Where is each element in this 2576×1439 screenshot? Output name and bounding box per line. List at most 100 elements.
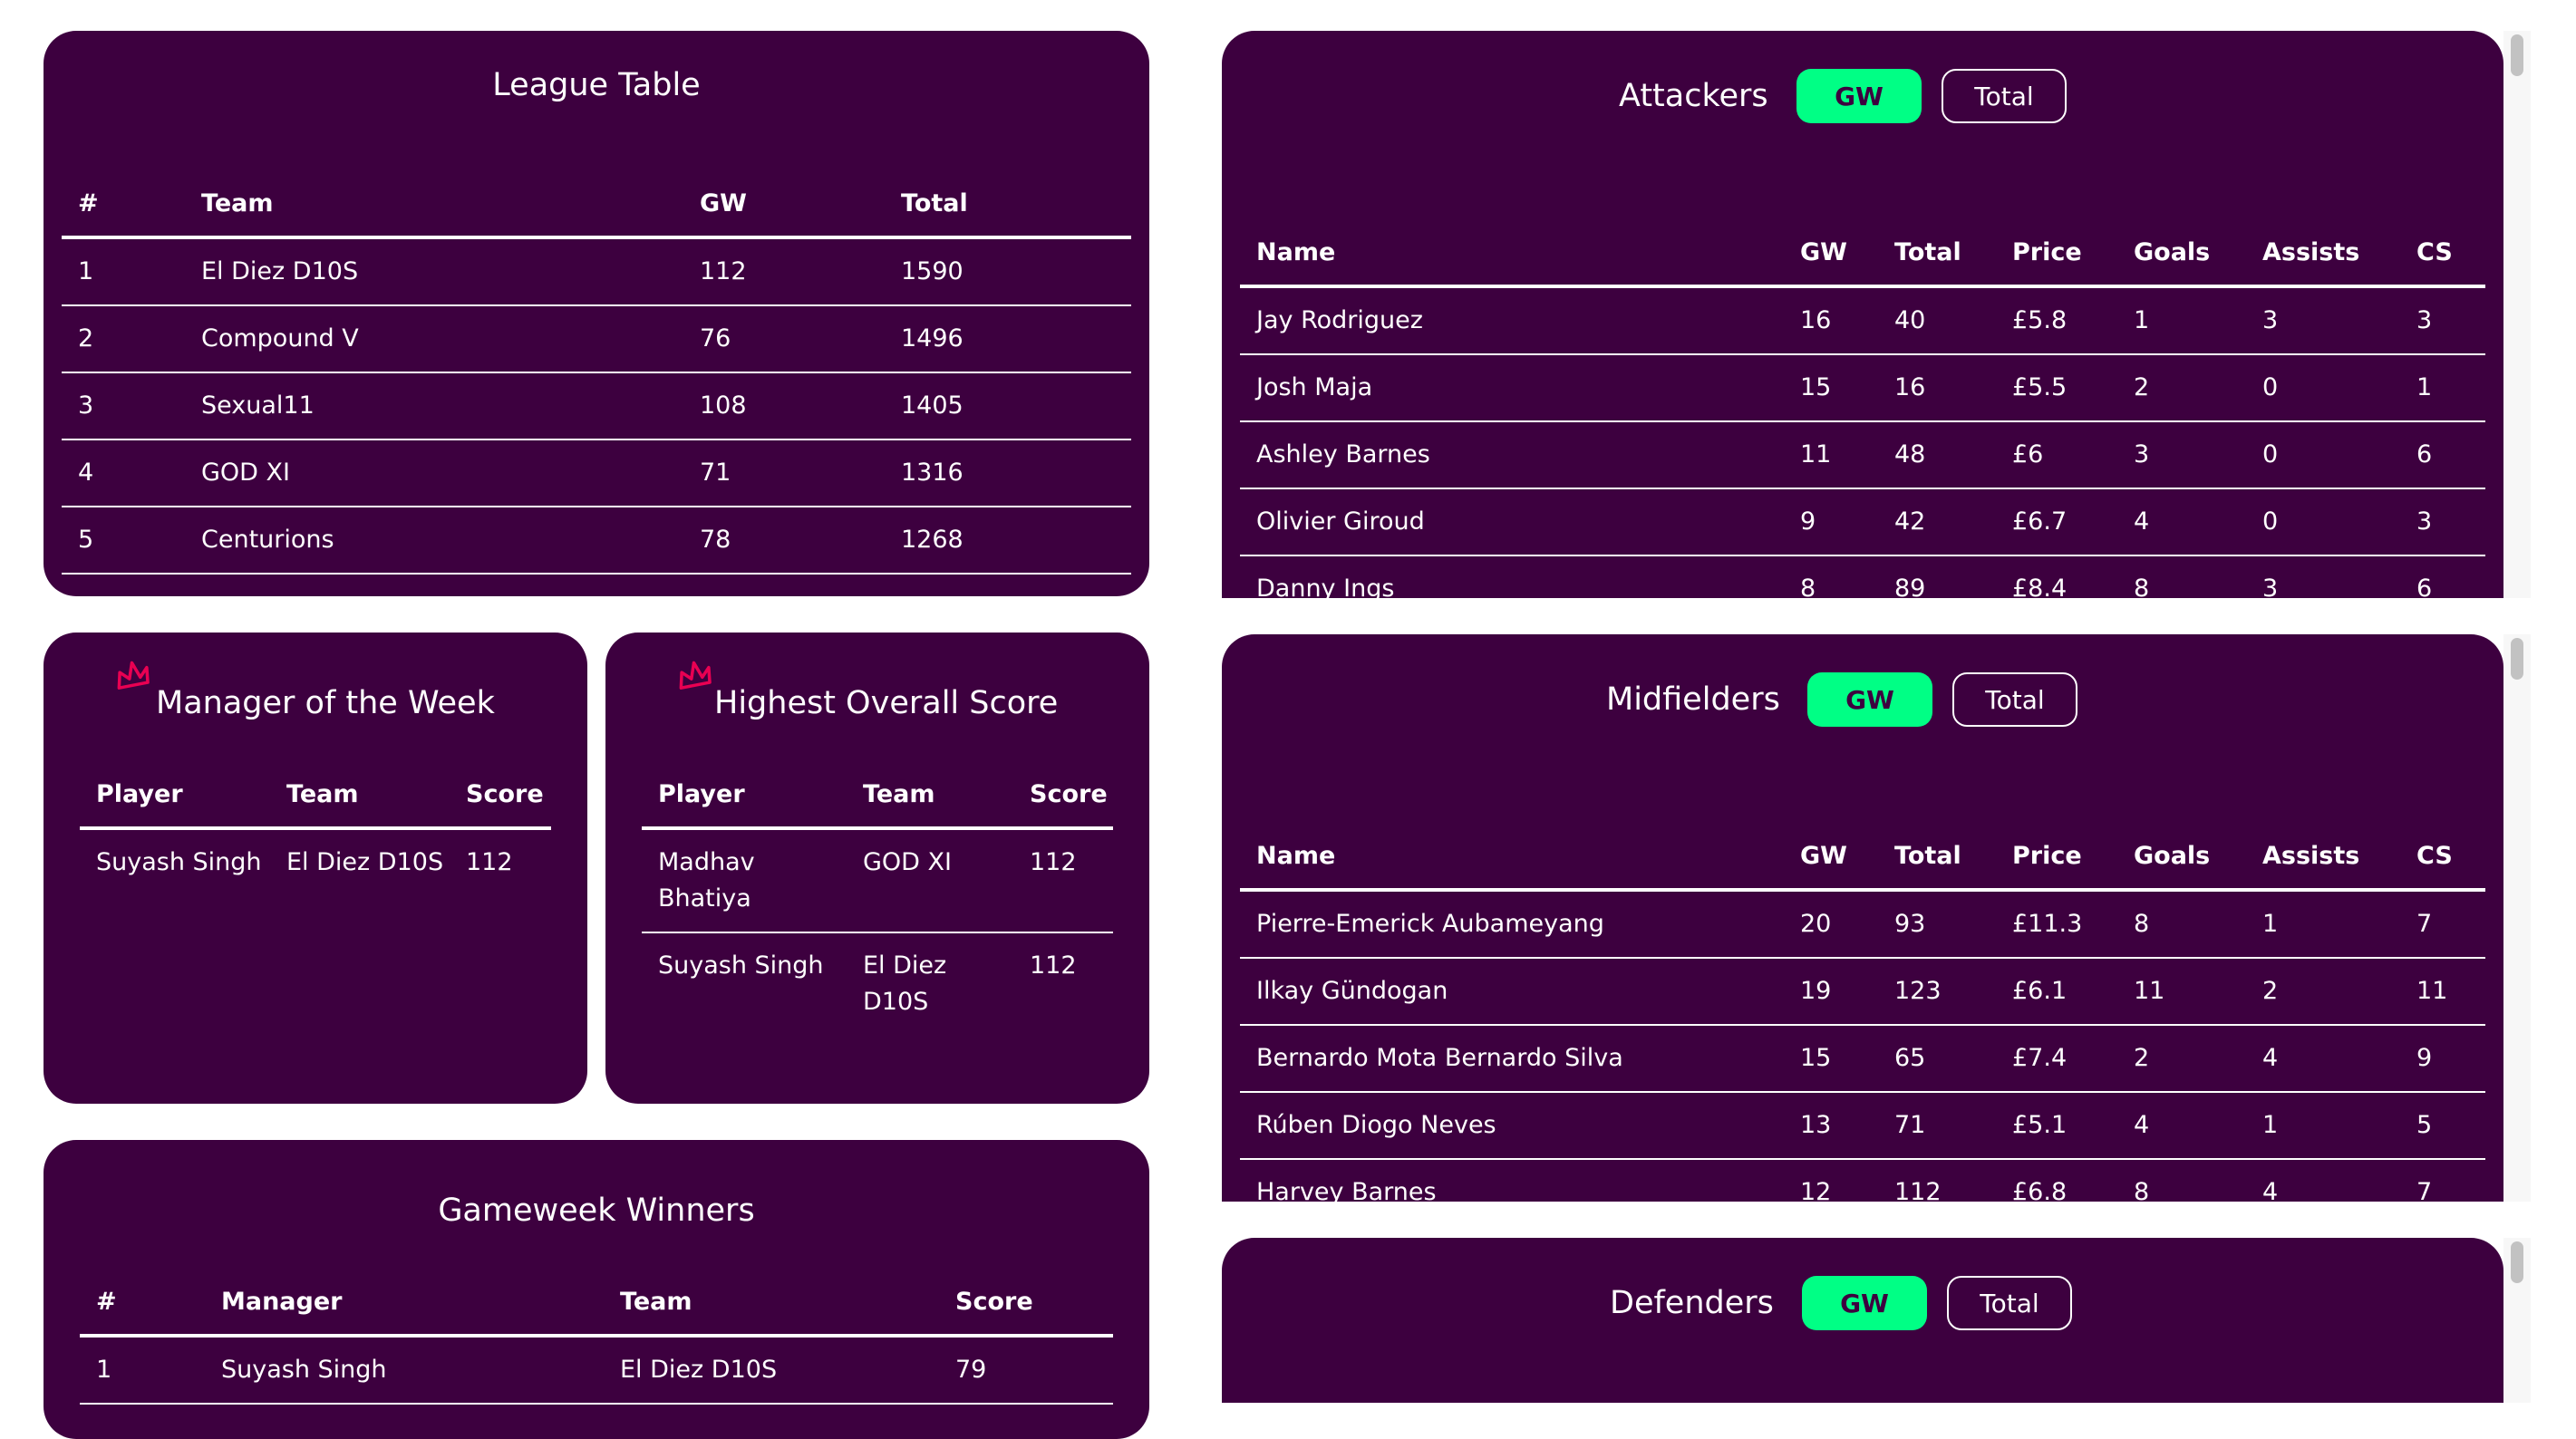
manager-of-week-card: Manager of the Week Player Team Score Su… bbox=[44, 633, 587, 1104]
table-cell: 1268 bbox=[885, 507, 1131, 575]
table-row: Pierre-Emerick Aubameyang 20 93 £11.3 8 1 7 bbox=[1240, 890, 2485, 959]
table-header-row: # Team GW Total bbox=[62, 170, 1131, 239]
col-header-gw: GW bbox=[683, 170, 885, 239]
midfielders-header: Midfielders GW Total bbox=[1222, 672, 2503, 727]
table-cell: 4 bbox=[2117, 488, 2246, 556]
col-header-player: Player bbox=[80, 761, 270, 830]
table-header-row: Name GW Total Price Goals Assists CS bbox=[1240, 219, 2485, 288]
table-cell: 9 bbox=[2400, 1025, 2485, 1093]
table-cell: Centurions bbox=[185, 507, 683, 575]
col-header-price: Price bbox=[1996, 823, 2117, 892]
table-cell: 13 bbox=[1784, 1092, 1878, 1160]
table-cell: £5.1 bbox=[1996, 1092, 2117, 1160]
table-cell: Harvey Barnes bbox=[1240, 1159, 1784, 1202]
table-cell: 112 bbox=[466, 848, 513, 876]
table-cell: 108 bbox=[683, 372, 885, 440]
table-cell: 2 bbox=[2117, 1025, 2246, 1093]
col-header-total: Total bbox=[885, 170, 1131, 239]
attackers-total-toggle[interactable]: Total bbox=[1942, 69, 2067, 123]
table-cell: 1316 bbox=[885, 439, 1131, 507]
table-cell: 8 bbox=[2117, 890, 2246, 959]
table-cell: Suyash Singh bbox=[658, 951, 824, 980]
table-cell: 20 bbox=[1784, 890, 1878, 959]
table-cell: £6 bbox=[1996, 421, 2117, 489]
table-row: 2 Compound V 76 1496 bbox=[62, 305, 1131, 373]
table-cell: 11 bbox=[2400, 958, 2485, 1026]
col-header-goals: Goals bbox=[2117, 219, 2246, 288]
col-header-assists: Assists bbox=[2246, 219, 2400, 288]
table-cell: Suyash Singh bbox=[96, 848, 262, 876]
table-cell: 15 bbox=[1784, 1025, 1878, 1093]
table-cell: 1 bbox=[80, 1336, 205, 1405]
col-header-name: Name bbox=[1240, 219, 1784, 288]
scroll-thumb[interactable] bbox=[2511, 1241, 2523, 1283]
col-header-score: Score bbox=[1013, 761, 1113, 830]
table-cell: 1 bbox=[2117, 286, 2246, 355]
defenders-total-toggle[interactable]: Total bbox=[1947, 1276, 2072, 1330]
table-cell: 71 bbox=[683, 439, 885, 507]
col-header-total: Total bbox=[1878, 823, 1996, 892]
table-cell: 42 bbox=[1878, 488, 1996, 556]
table-row: 3 Sexual11 108 1405 bbox=[62, 372, 1131, 440]
table-cell: 76 bbox=[683, 305, 885, 373]
manager-of-week-title: Manager of the Week bbox=[156, 685, 495, 721]
table-row: 4 GOD XI 71 1316 bbox=[62, 439, 1131, 507]
table-row: Danny Ings 8 89 £8.4 8 3 6 bbox=[1240, 555, 2485, 598]
table-cell: 1 bbox=[2246, 1092, 2400, 1160]
table-cell: 4 bbox=[62, 439, 185, 507]
table-cell: 3 bbox=[2400, 286, 2485, 355]
table-cell: 6 bbox=[2400, 555, 2485, 598]
table-cell: 0 bbox=[2246, 354, 2400, 422]
table-cell: Jay Rodriguez bbox=[1240, 286, 1784, 355]
col-header-score: Score bbox=[939, 1269, 1113, 1338]
table-cell: 93 bbox=[1878, 890, 1996, 959]
table-cell: 112 bbox=[683, 237, 885, 306]
midfielders-gw-toggle[interactable]: GW bbox=[1807, 672, 1932, 727]
table-cell: £6.1 bbox=[1996, 958, 2117, 1026]
table-cell: 71 bbox=[1878, 1092, 1996, 1160]
attackers-scrollbar[interactable] bbox=[2503, 31, 2531, 598]
table-cell: 89 bbox=[1878, 555, 1996, 598]
defenders-scrollbar[interactable] bbox=[2503, 1238, 2531, 1403]
table-cell: 3 bbox=[2117, 421, 2246, 489]
defenders-card: Defenders GW Total bbox=[1222, 1238, 2503, 1403]
table-cell: 5 bbox=[2400, 1092, 2485, 1160]
table-cell: 48 bbox=[1878, 421, 1996, 489]
table-cell: 8 bbox=[1784, 555, 1878, 598]
table-row: 1 El Diez D10S 112 1590 bbox=[62, 237, 1131, 306]
table-header-row: Name GW Total Price Goals Assists CS bbox=[1240, 823, 2485, 892]
col-header-rank: # bbox=[62, 170, 185, 239]
table-header-row: Player Team Score bbox=[642, 761, 1113, 830]
table-cell: 112 bbox=[1030, 951, 1077, 980]
table-cell: £5.8 bbox=[1996, 286, 2117, 355]
defenders-header: Defenders GW Total bbox=[1222, 1276, 2503, 1330]
table-cell: £7.4 bbox=[1996, 1025, 2117, 1093]
highest-overall-card: Highest Overall Score Player Team Score … bbox=[605, 633, 1149, 1104]
highest-overall-title: Highest Overall Score bbox=[714, 685, 1059, 721]
table-cell: Compound V bbox=[185, 305, 683, 373]
col-header-gw: GW bbox=[1784, 823, 1878, 892]
col-header-total: Total bbox=[1878, 219, 1996, 288]
table-cell: GOD XI bbox=[185, 439, 683, 507]
table-cell: 4 bbox=[2117, 1092, 2246, 1160]
table-row: Harvey Barnes 12 112 £6.8 8 4 7 bbox=[1240, 1159, 2485, 1202]
col-header-team: Team bbox=[270, 761, 450, 830]
table-cell: 16 bbox=[1878, 354, 1996, 422]
table-row: Josh Maja 15 16 £5.5 2 0 1 bbox=[1240, 354, 2485, 422]
table-cell: 3 bbox=[2246, 555, 2400, 598]
defenders-title: Defenders bbox=[1610, 1285, 1774, 1321]
col-header-team: Team bbox=[847, 761, 1013, 830]
scroll-thumb[interactable] bbox=[2511, 34, 2523, 76]
table-cell: 1 bbox=[62, 237, 185, 306]
scroll-thumb[interactable] bbox=[2511, 638, 2523, 680]
col-header-player: Player bbox=[642, 761, 847, 830]
midfielders-total-toggle[interactable]: Total bbox=[1952, 672, 2077, 727]
midfielders-scrollbar[interactable] bbox=[2503, 634, 2531, 1202]
attackers-gw-toggle[interactable]: GW bbox=[1796, 69, 1922, 123]
table-row: Madhav Bhatiya GOD XI 112 bbox=[642, 828, 1113, 933]
defenders-gw-toggle[interactable]: GW bbox=[1802, 1276, 1927, 1330]
table-cell: £8.4 bbox=[1996, 555, 2117, 598]
table-cell: £6.7 bbox=[1996, 488, 2117, 556]
table-cell: 7 bbox=[2400, 1159, 2485, 1202]
table-cell: Bernardo Mota Bernardo Silva bbox=[1240, 1025, 1784, 1093]
